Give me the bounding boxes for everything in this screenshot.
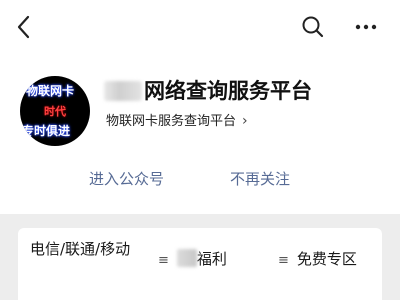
- account-name: 网络查询服务平台: [104, 75, 312, 105]
- account-subtitle-link[interactable]: 物联网卡服务查询平台 ›: [106, 110, 248, 129]
- menu-list-icon: ≡: [278, 253, 289, 268]
- top-navigation-bar: [0, 0, 400, 54]
- chevron-right-icon: ›: [242, 113, 248, 129]
- unfollow-button[interactable]: 不再关注: [230, 168, 290, 189]
- menu-item-welfare[interactable]: ≡ 福利: [158, 248, 227, 269]
- menu-item-label: 福利: [196, 250, 227, 268]
- menu-item-carriers[interactable]: 电信/联通/移动: [30, 238, 140, 260]
- more-dots-icon[interactable]: [353, 14, 379, 40]
- redacted-block: [104, 81, 142, 101]
- menu-list-icon: ≡: [158, 253, 169, 268]
- avatar-text-line: 物联网卡: [26, 84, 75, 98]
- avatar-text-line: 时代: [44, 105, 66, 118]
- account-name-text: 网络查询服务平台: [144, 79, 312, 103]
- search-icon[interactable]: [300, 14, 326, 40]
- avatar-text-line: 专时俱进: [22, 124, 71, 138]
- account-menu-bar: 电信/联通/移动 ≡ 福利 ≡ 免费专区: [18, 228, 382, 300]
- enter-account-button[interactable]: 进入公众号: [89, 168, 164, 189]
- avatar[interactable]: 物联网卡 时代 专时俱进: [20, 76, 90, 146]
- account-subtitle-text: 物联网卡服务查询平台: [106, 114, 237, 129]
- chevron-left-icon[interactable]: [12, 14, 36, 40]
- menu-item-label: 免费专区: [296, 250, 357, 268]
- redacted-block: [176, 249, 197, 267]
- menu-item-free-zone[interactable]: ≡ 免费专区: [278, 248, 357, 269]
